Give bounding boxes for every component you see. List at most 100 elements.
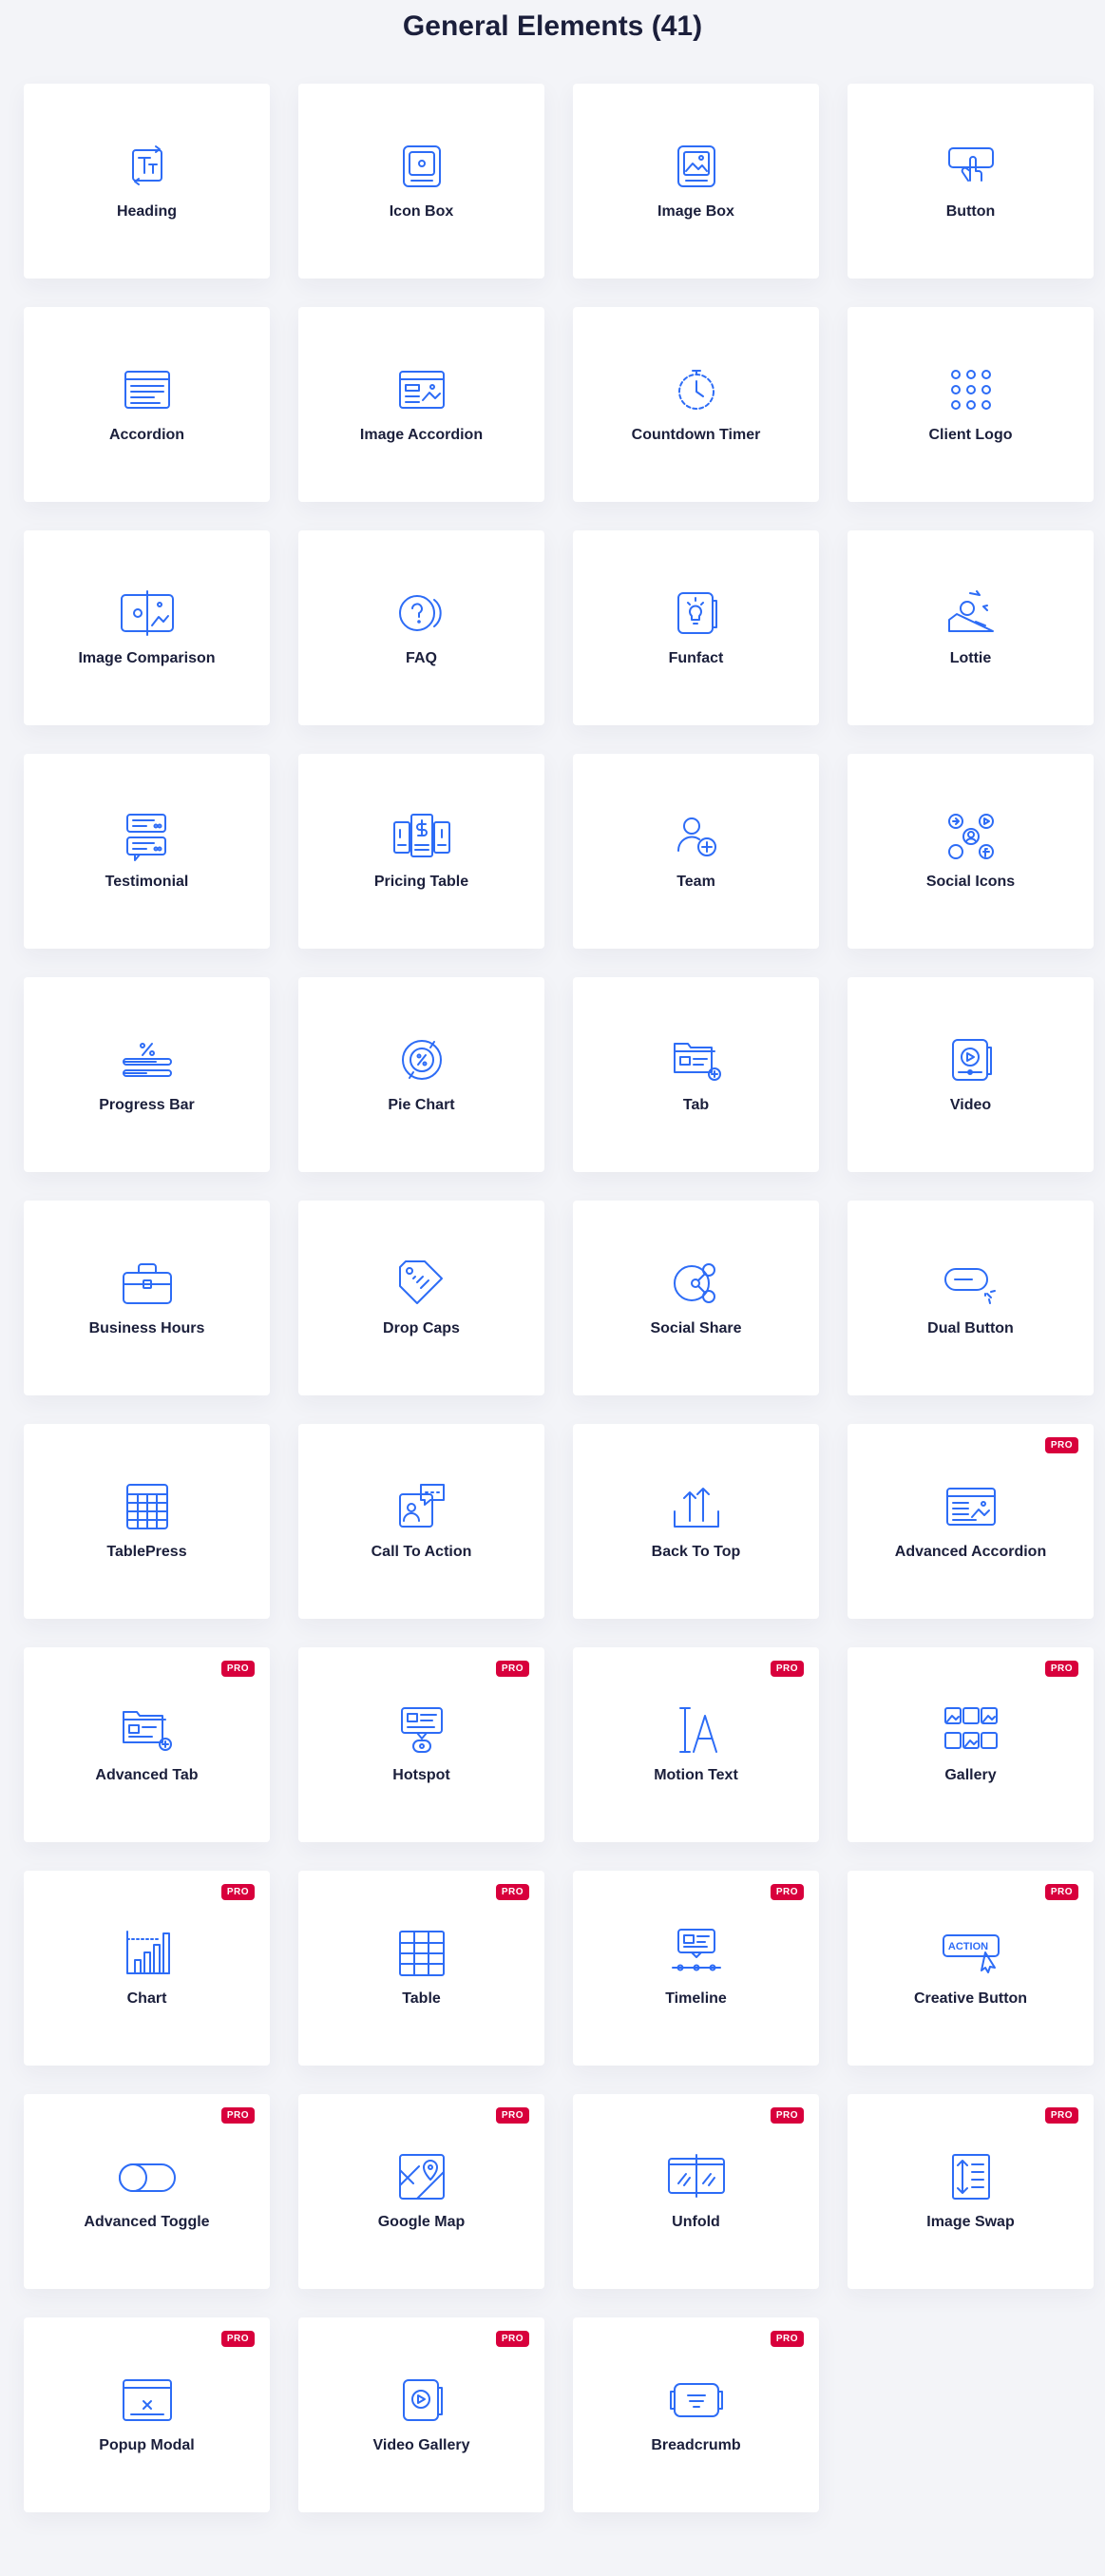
element-label: Countdown Timer [631,426,761,443]
element-label: Table [402,1990,441,2007]
element-card-tablepress[interactable]: TablePress [24,1424,270,1619]
element-card-faq[interactable]: FAQ [298,530,544,725]
gallery-icon [942,1701,1000,1759]
element-card-advanced-accordion[interactable]: Advanced Accordion PRO [848,1424,1094,1619]
pro-badge: PRO [220,2107,255,2124]
element-card-image-box[interactable]: Image Box [573,84,819,279]
element-label: Advanced Accordion [894,1543,1047,1560]
element-label: Testimonial [105,873,189,890]
element-card-dual-button[interactable]: Dual Button [848,1201,1094,1395]
element-label: Hotspot [392,1766,450,1783]
element-label: Pie Chart [388,1096,455,1113]
element-card-gallery[interactable]: Gallery PRO [848,1647,1094,1842]
google-map-icon [392,2147,451,2206]
video-icon [942,1030,1000,1089]
element-label: Advanced Tab [95,1766,199,1783]
business-hours-icon [118,1254,177,1313]
element-card-table[interactable]: Table PRO [298,1871,544,2066]
funfact-icon [667,584,726,643]
element-card-testimonial[interactable]: Testimonial [24,754,270,949]
element-label: TablePress [106,1543,187,1560]
pro-badge: PRO [495,2107,529,2124]
element-card-google-map[interactable]: Google Map PRO [298,2094,544,2289]
unfold-icon [667,2147,726,2206]
element-card-call-to-action[interactable]: Call To Action [298,1424,544,1619]
element-card-client-logo[interactable]: Client Logo [848,307,1094,502]
heading-icon [118,137,177,196]
pro-badge: PRO [495,1661,529,1677]
pro-badge: PRO [770,2107,804,2124]
element-card-countdown-timer[interactable]: Countdown Timer [573,307,819,502]
pro-badge: PRO [1044,1437,1078,1453]
element-label: Pricing Table [373,873,469,890]
element-card-video-gallery[interactable]: Video Gallery PRO [298,2317,544,2512]
element-card-button[interactable]: Button [848,84,1094,279]
element-card-video[interactable]: Video [848,977,1094,1172]
countdown-timer-icon [667,360,726,419]
element-label: Creative Button [913,1990,1028,2007]
element-label: Dual Button [927,1319,1014,1336]
element-card-social-share[interactable]: Social Share [573,1201,819,1395]
element-card-lottie[interactable]: Lottie [848,530,1094,725]
pricing-table-icon [392,807,451,866]
element-card-image-accordion[interactable]: Image Accordion [298,307,544,502]
element-card-timeline[interactable]: Timeline PRO [573,1871,819,2066]
pro-badge: PRO [495,1884,529,1900]
element-card-creative-button[interactable]: ACTION Creative Button PRO [848,1871,1094,2066]
advanced-toggle-icon [118,2147,177,2206]
element-card-image-comparison[interactable]: Image Comparison [24,530,270,725]
element-label: Advanced Toggle [84,2213,210,2230]
drop-caps-icon [392,1254,451,1313]
element-label: Timeline [665,1990,727,2007]
element-card-progress-bar[interactable]: Progress Bar [24,977,270,1172]
element-label: Progress Bar [99,1096,195,1113]
element-card-accordion[interactable]: Accordion [24,307,270,502]
element-card-unfold[interactable]: Unfold PRO [573,2094,819,2289]
page-title: General Elements (41) [402,10,703,42]
element-card-advanced-tab[interactable]: Advanced Tab PRO [24,1647,270,1842]
element-card-business-hours[interactable]: Business Hours [24,1201,270,1395]
element-label: Team [676,873,715,890]
accordion-icon [118,360,177,419]
element-card-icon-box[interactable]: Icon Box [298,84,544,279]
element-label: Gallery [944,1766,997,1783]
element-card-team[interactable]: Team [573,754,819,949]
image-swap-icon [942,2147,1000,2206]
tab-icon [667,1030,726,1089]
element-label: Video Gallery [372,2436,470,2453]
svg-text:ACTION: ACTION [947,1941,987,1952]
element-card-back-to-top[interactable]: Back To Top [573,1424,819,1619]
element-card-image-swap[interactable]: Image Swap PRO [848,2094,1094,2289]
image-accordion-icon [392,360,451,419]
element-card-social-icons[interactable]: Social Icons [848,754,1094,949]
chart-icon [118,1924,177,1983]
element-card-popup-modal[interactable]: Popup Modal PRO [24,2317,270,2512]
icon-box-icon [392,137,451,196]
element-label: Popup Modal [99,2436,195,2453]
element-label: Google Map [377,2213,466,2230]
element-card-hotspot[interactable]: Hotspot PRO [298,1647,544,1842]
element-card-funfact[interactable]: Funfact [573,530,819,725]
element-label: Call To Action [371,1543,472,1560]
social-share-icon [667,1254,726,1313]
element-card-pricing-table[interactable]: Pricing Table [298,754,544,949]
element-label: Social Share [650,1319,742,1336]
element-card-advanced-toggle[interactable]: Advanced Toggle PRO [24,2094,270,2289]
element-card-chart[interactable]: Chart PRO [24,1871,270,2066]
pro-badge: PRO [220,2331,255,2347]
element-card-pie-chart[interactable]: Pie Chart [298,977,544,1172]
pro-badge: PRO [495,2331,529,2347]
element-card-heading[interactable]: Heading [24,84,270,279]
element-card-motion-text[interactable]: Motion Text PRO [573,1647,819,1842]
element-card-drop-caps[interactable]: Drop Caps [298,1201,544,1395]
element-label: Image Accordion [359,426,484,443]
element-label: Button [945,202,996,220]
element-card-breadcrumb[interactable]: Breadcrumb PRO [573,2317,819,2512]
element-card-tab[interactable]: Tab [573,977,819,1172]
element-label: Business Hours [88,1319,205,1336]
pro-badge: PRO [770,1884,804,1900]
button-icon [942,137,1000,196]
elements-grid: Heading Icon Box Image Box Button Accordion I… [24,84,1094,2512]
advanced-tab-icon [118,1701,177,1759]
element-label: Image Box [657,202,734,220]
